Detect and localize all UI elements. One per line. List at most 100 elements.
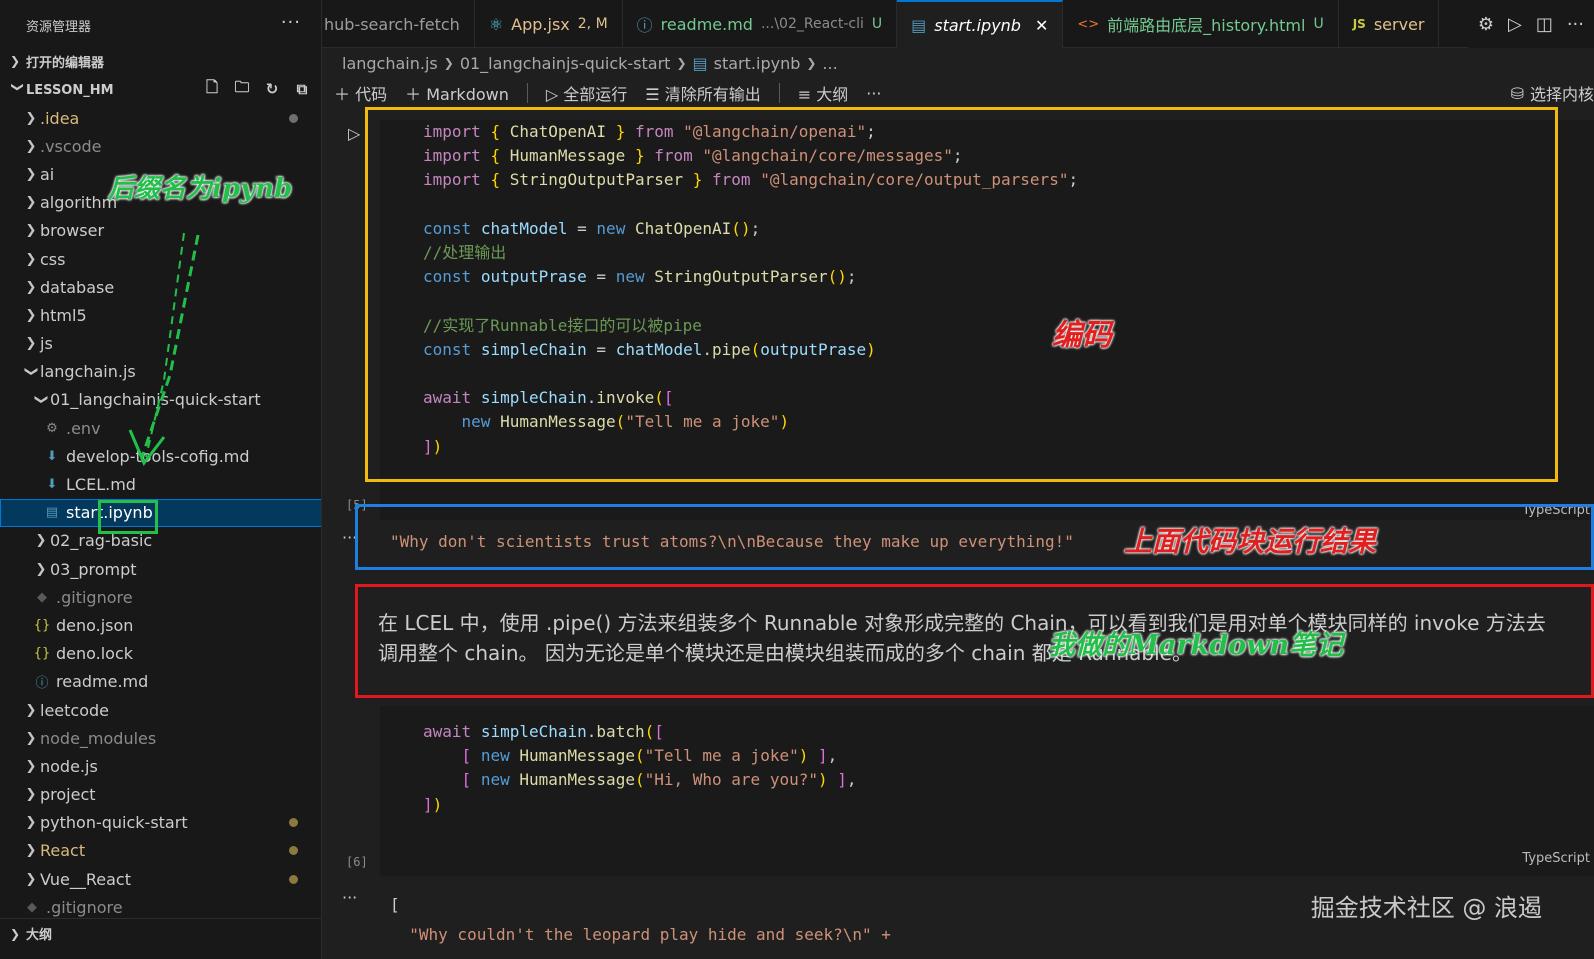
run-all-button[interactable]: ▷ 全部运行 — [546, 81, 627, 105]
chevron-right-icon: ❯ — [10, 926, 21, 941]
tree-file[interactable]: ◆ .gitignore — [0, 583, 321, 611]
add-markdown-button[interactable]: ＋ Markdown — [405, 81, 509, 105]
collapse-all-icon[interactable]: ⧉ — [292, 79, 312, 99]
notebook-editor: ▷ import { ChatOpenAI } from "@langchain… — [322, 108, 1594, 959]
settings-gear-icon[interactable]: ⚙ — [1478, 14, 1494, 35]
chevron-right-icon: ❯ — [25, 758, 37, 774]
tree-folder[interactable]: ❯ leetcode — [0, 696, 321, 724]
tree-item-label: deno.lock — [56, 644, 134, 664]
tree-folder[interactable]: ❯ node.js — [0, 752, 321, 780]
explorer-title: 资源管理器 ··· — [26, 12, 301, 35]
run-icon[interactable]: ▷ — [1508, 14, 1522, 35]
status-dot — [289, 874, 298, 884]
add-code-button[interactable]: ＋ 代码 — [334, 81, 387, 105]
run-cell-icon[interactable]: ▷ — [348, 124, 360, 143]
tab-app-jsx[interactable]: ⚛ App.jsx 2, M — [475, 0, 623, 48]
tree-item-label: node_modules — [40, 728, 157, 748]
tree-item-label: 02_rag-basic — [50, 531, 153, 551]
tab-server[interactable]: JS server — [1339, 0, 1440, 48]
code-cell[interactable]: await simpleChain.batch([ [ new HumanMes… — [380, 706, 1594, 876]
output-more-icon[interactable]: ··· — [342, 888, 357, 907]
tree-folder[interactable]: ❯ React — [0, 837, 321, 865]
chevron-right-icon: ❯ — [25, 307, 37, 323]
chevron-right-icon: ❯ — [676, 56, 687, 70]
annotation-result: 上面代码块运行结果 — [1124, 525, 1377, 558]
tree-item-label: React — [40, 841, 86, 861]
chevron-right-icon: ❯ — [25, 166, 37, 182]
tree-file[interactable]: {} deno.json — [0, 611, 321, 639]
markdown-line: 在 LCEL 中，使用 .pipe() 方法来组装多个 Runnable 对象形… — [378, 611, 1546, 635]
notebook-icon: ▤ — [911, 15, 927, 35]
tree-item-label: python-quick-start — [40, 813, 188, 833]
chevron-right-icon: ❯ — [25, 871, 37, 887]
cell-language[interactable]: TypeScript — [1522, 851, 1590, 866]
tree-folder[interactable]: ❯ 03_prompt — [0, 555, 321, 583]
close-icon[interactable]: ✕ — [1035, 16, 1048, 35]
breadcrumb-item[interactable]: ... — [822, 54, 837, 73]
chevron-right-icon: ❯ — [25, 110, 37, 126]
tree-folder[interactable]: ❯ 02_rag-basic — [0, 527, 321, 555]
tree-item-label: .vscode — [40, 136, 102, 156]
code-cell[interactable]: import { ChatOpenAI } from "@langchain/o… — [380, 120, 1594, 520]
output-more-icon[interactable]: ··· — [342, 528, 357, 547]
annotation-coding: 编码 — [1052, 318, 1112, 353]
watermark: 掘金技术社区 @ 浪遏 — [1310, 894, 1542, 922]
info-icon: ⓘ — [35, 676, 49, 692]
tree-folder[interactable]: ❯ python-quick-start — [0, 809, 321, 837]
tab-history-html[interactable]: <> 前端路由底层_history.html U — [1063, 0, 1339, 48]
tree-file[interactable]: ⓘ readme.md — [0, 668, 321, 696]
tree-folder[interactable]: ❯ .idea — [0, 104, 321, 132]
chevron-right-icon: ❯ — [25, 279, 37, 295]
git-icon: ◆ — [27, 899, 37, 915]
tree-item-label: ai — [40, 164, 55, 184]
divider — [526, 83, 528, 103]
split-editor-icon[interactable]: ◫ — [1536, 14, 1553, 35]
workspace-section[interactable]: ❯ LESSON_HM 🗋 🗀 ↻ ⧉ — [0, 76, 321, 104]
tree-item-label: .gitignore — [46, 897, 123, 917]
markdown-cell[interactable]: 在 LCEL 中，使用 .pipe() 方法来组装多个 Runnable 对象形… — [378, 608, 1546, 668]
chevron-down-icon: ❯ — [33, 394, 49, 406]
tab-readme-md[interactable]: ⓘ readme.md ...\02_React-cli U — [623, 0, 898, 48]
tab-hub-search-fetch[interactable]: hub-search-fetch — [322, 0, 475, 48]
chevron-right-icon: ❯ — [25, 138, 37, 154]
more-icon[interactable]: ··· — [1567, 14, 1584, 35]
tree-folder[interactable]: ❯ .vscode — [0, 132, 321, 160]
tree-item-label: project — [40, 785, 96, 805]
tree-item-label: browser — [40, 221, 105, 241]
open-editors-section[interactable]: ❯ 打开的编辑器 — [0, 47, 321, 75]
new-folder-icon[interactable]: 🗀 — [232, 78, 252, 99]
select-kernel-button[interactable]: ⛁ 选择内核 — [1511, 81, 1594, 105]
clear-outputs-button[interactable]: ☰ 清除所有输出 — [645, 81, 760, 105]
arrow-line — [140, 234, 200, 458]
tab-start-ipynb[interactable]: ▤ start.ipynb ✕ — [897, 0, 1064, 48]
more-actions-icon[interactable]: ··· — [281, 12, 301, 33]
tree-file[interactable]: ▤ start.ipynb — [0, 498, 321, 527]
play-icon: ▷ — [545, 85, 559, 104]
chevron-right-icon: ❯ — [10, 54, 21, 68]
chevron-right-icon: ❯ — [25, 251, 37, 267]
status-dot — [289, 846, 298, 856]
tree-folder[interactable]: ❯ project — [0, 781, 321, 809]
editor-tabs: hub-search-fetch ⚛ App.jsx 2, M ⓘ readme… — [322, 0, 1594, 48]
tree-folder[interactable]: ❯ Vue__React — [0, 865, 321, 893]
chevron-right-icon: ❯ — [25, 195, 37, 211]
outline-button[interactable]: ≡ 大纲 — [798, 81, 849, 105]
cell-language[interactable]: TypeScript — [1522, 503, 1590, 518]
breadcrumb-item[interactable]: start.ipynb — [714, 54, 801, 73]
info-icon: ⓘ — [636, 16, 653, 35]
divider — [778, 83, 780, 103]
code-editor[interactable]: import { ChatOpenAI } from "@langchain/o… — [380, 120, 1594, 459]
status-dot — [289, 113, 298, 123]
more-button[interactable]: ··· — [866, 84, 881, 103]
breadcrumb-item[interactable]: 01_langchainjs-quick-start — [460, 54, 671, 73]
code-editor[interactable]: await simpleChain.batch([ [ new HumanMes… — [380, 706, 1594, 817]
chevron-right-icon: ❯ — [35, 533, 47, 549]
outline-section[interactable]: ❯ 大纲 — [0, 918, 321, 948]
breadcrumb-item[interactable]: langchain.js — [342, 54, 438, 73]
refresh-icon[interactable]: ↻ — [262, 79, 282, 99]
chevron-right-icon: ❯ — [25, 336, 37, 352]
tree-file[interactable]: {} deno.lock — [0, 640, 321, 668]
tree-item-label: start.ipynb — [66, 503, 153, 523]
new-file-icon[interactable]: 🗋 — [202, 78, 222, 99]
tree-folder[interactable]: ❯ node_modules — [0, 724, 321, 752]
